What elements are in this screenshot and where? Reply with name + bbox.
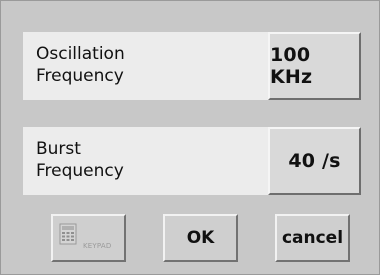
keypad-button-label: KEYPAD [83, 242, 112, 250]
keypad-icon [59, 223, 77, 245]
oscillation-frequency-row: Oscillation Frequency 100 KHz [23, 32, 361, 100]
ok-button[interactable]: OK [163, 214, 238, 262]
burst-frequency-label: Burst Frequency [36, 139, 124, 181]
oscillation-frequency-label: Oscillation Frequency [36, 44, 125, 86]
frequency-dialog: Oscillation Frequency 100 KHz Burst Freq… [0, 0, 380, 275]
oscillation-frequency-button[interactable]: 100 KHz [268, 32, 361, 100]
burst-frequency-row: Burst Frequency 40 /s [23, 127, 361, 195]
cancel-button[interactable]: cancel [275, 214, 350, 262]
burst-frequency-button[interactable]: 40 /s [268, 127, 361, 195]
keypad-button[interactable]: KEYPAD [51, 214, 126, 262]
